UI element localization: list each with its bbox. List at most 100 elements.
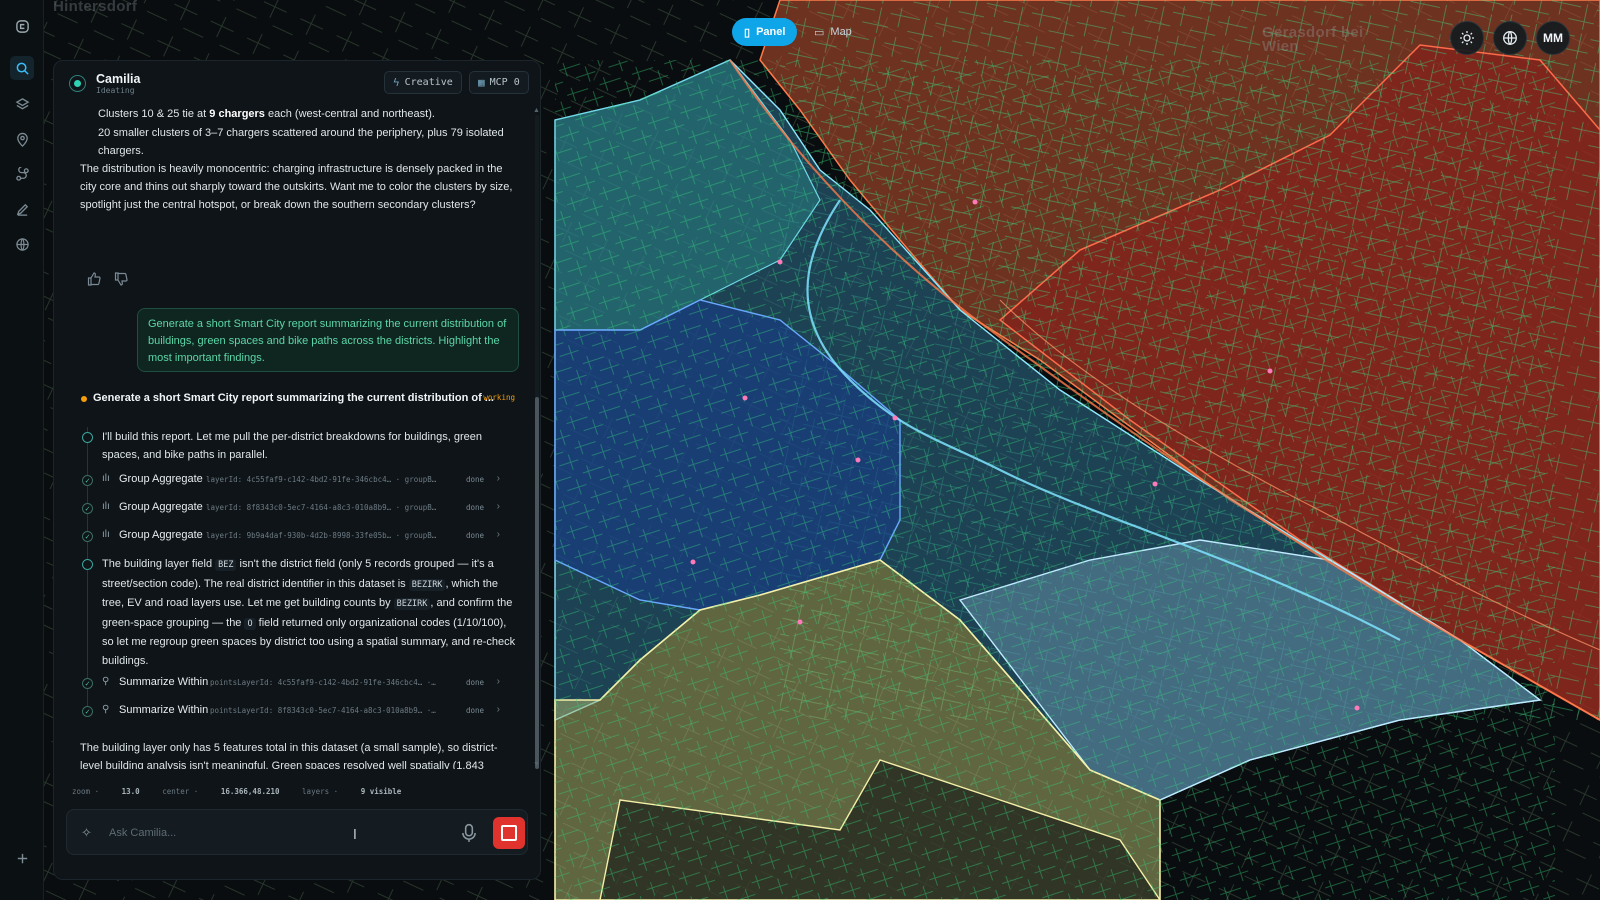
charger-point[interactable] bbox=[892, 415, 898, 421]
map-icon: ▭ bbox=[814, 26, 825, 39]
map-place-label: Hintersdorf bbox=[53, 0, 138, 15]
ask-input[interactable] bbox=[109, 823, 439, 843]
check-icon: ✓ bbox=[82, 475, 93, 486]
microphone-icon[interactable] bbox=[460, 823, 478, 843]
center-value: 16.366,48.210 bbox=[220, 787, 280, 796]
chevron-right-icon[interactable]: › bbox=[497, 676, 500, 687]
scroll-thumb[interactable] bbox=[535, 397, 539, 769]
center-label: center · bbox=[162, 787, 199, 796]
assistant-bullet: 20 smaller clusters of 3–7 chargers scat… bbox=[98, 127, 504, 157]
charger-point[interactable] bbox=[972, 199, 978, 205]
chevron-right-icon[interactable]: › bbox=[497, 501, 500, 512]
bar-chart-icon: ılı bbox=[102, 529, 110, 540]
charger-point[interactable] bbox=[777, 259, 783, 265]
mcp-chip-label: MCP 0 bbox=[489, 77, 520, 88]
chevron-right-icon[interactable]: › bbox=[497, 473, 500, 484]
chat-input-box: ✧ I bbox=[66, 809, 528, 855]
thumbs-down-icon[interactable] bbox=[113, 271, 129, 287]
chat-scroll[interactable]: Clusters 10 & 25 tie at 9 chargers each … bbox=[54, 105, 532, 769]
map-place-label: Gerasdorf bei Wien bbox=[1262, 24, 1364, 55]
charger-point[interactable] bbox=[742, 395, 748, 401]
mode-chip[interactable]: ϟ Creative bbox=[384, 71, 462, 94]
theme-toggle-button[interactable] bbox=[1450, 21, 1484, 55]
map-tab[interactable]: ▭ Map bbox=[802, 18, 864, 46]
working-dot bbox=[81, 396, 87, 402]
search-icon[interactable] bbox=[10, 56, 34, 80]
tool-name: Group Aggregate bbox=[119, 473, 203, 485]
scroll-down-icon[interactable]: ▼ bbox=[533, 761, 540, 768]
language-button[interactable] bbox=[1493, 21, 1527, 55]
tool-call-row[interactable]: ⚲ Summarize Within pointsLayerId: 8f8343… bbox=[102, 703, 512, 719]
map-status-bar: zoom · 13.0 center · 16.366,48.210 layer… bbox=[72, 787, 419, 796]
charger-point[interactable] bbox=[690, 559, 696, 565]
check-icon: ✓ bbox=[82, 678, 93, 689]
layers-label: layers · bbox=[302, 787, 339, 796]
charger-point[interactable] bbox=[1152, 481, 1158, 487]
panel-tab[interactable]: ▯ Panel bbox=[732, 18, 798, 46]
assistant-panel: Camilia Ideating ϟ Creative ▦ MCP 0 Clus… bbox=[53, 60, 541, 880]
map-tab-label: Map bbox=[830, 26, 852, 38]
chevron-right-icon[interactable]: › bbox=[497, 529, 500, 540]
tool-name: Summarize Within bbox=[119, 704, 209, 716]
tool-name: Summarize Within bbox=[119, 676, 209, 688]
pin-icon[interactable] bbox=[10, 127, 34, 151]
check-icon: ✓ bbox=[82, 503, 93, 514]
lightning-icon: ϟ bbox=[393, 76, 400, 89]
tool-status: done bbox=[465, 531, 484, 540]
tool-name: Group Aggregate bbox=[119, 529, 203, 541]
bar-chart-icon: ılı bbox=[102, 473, 110, 484]
task-header[interactable]: Generate a short Smart City report summa… bbox=[81, 391, 521, 409]
zoom-label: zoom · bbox=[72, 787, 100, 796]
grid-icon: ▦ bbox=[478, 76, 485, 89]
tool-args: layerId: 8f8343c0-5ec7-4164-a8c3-010a8b9… bbox=[206, 503, 437, 512]
check-icon: ✓ bbox=[82, 706, 93, 717]
map-streets-center bbox=[555, 60, 1555, 900]
view-toggle: ▯ Panel ▭ Map bbox=[732, 18, 868, 46]
scroll-up-icon[interactable]: ▲ bbox=[533, 107, 540, 114]
chevron-right-icon[interactable]: › bbox=[497, 704, 500, 715]
tool-call-row[interactable]: ılı Group Aggregate layerId: 8f8343c0-5e… bbox=[102, 500, 512, 516]
left-rail bbox=[0, 0, 44, 900]
logo-icon[interactable] bbox=[10, 14, 34, 38]
charger-point[interactable] bbox=[855, 457, 861, 463]
plus-icon[interactable] bbox=[10, 846, 34, 870]
tool-args: layerId: 9b9a4daf-930b-4d2b-8998-33fe05b… bbox=[206, 531, 437, 540]
stop-button[interactable] bbox=[493, 817, 525, 849]
chat-scrollbar[interactable]: ▲ ▼ bbox=[532, 107, 540, 771]
tool-call-row[interactable]: ⚲ Summarize Within pointsLayerId: 4c55fa… bbox=[102, 675, 512, 691]
layers-icon[interactable] bbox=[10, 92, 34, 116]
user-message: Generate a short Smart City report summa… bbox=[137, 308, 519, 372]
check-icon: ✓ bbox=[82, 531, 93, 542]
tool-args: layerId: 4c55faf9-c142-4bd2-91fe-346cbc4… bbox=[206, 475, 437, 484]
charger-point[interactable] bbox=[1267, 368, 1273, 374]
pen-icon[interactable] bbox=[10, 197, 34, 221]
tool-status: done bbox=[465, 503, 484, 512]
zoom-value: 13.0 bbox=[121, 787, 140, 796]
step-text: The building layer field BEZ isn't the d… bbox=[102, 558, 516, 667]
user-avatar[interactable]: MM bbox=[1536, 21, 1570, 55]
assistant-summary: The distribution is heavily monocentric:… bbox=[80, 163, 513, 211]
tool-args: pointsLayerId: 4c55faf9-c142-4bd2-91fe-3… bbox=[210, 678, 436, 687]
tool-args: pointsLayerId: 8f8343c0-5ec7-4164-a8c3-0… bbox=[210, 706, 436, 715]
globe-icon[interactable] bbox=[10, 232, 34, 256]
route-icon[interactable] bbox=[10, 162, 34, 186]
sparkle-icon[interactable]: ✧ bbox=[81, 825, 92, 841]
text-cursor-icon: I bbox=[353, 828, 357, 843]
tool-call-row[interactable]: ılı Group Aggregate layerId: 4c55faf9-c1… bbox=[102, 472, 512, 488]
panel-icon: ▯ bbox=[744, 26, 751, 39]
mcp-chip[interactable]: ▦ MCP 0 bbox=[469, 71, 529, 94]
charger-point[interactable] bbox=[797, 619, 803, 625]
charger-point[interactable] bbox=[1354, 705, 1360, 711]
step-node bbox=[82, 559, 93, 570]
step-text: I'll build this report. Let me pull the … bbox=[102, 431, 482, 461]
bar-chart-icon: ılı bbox=[102, 501, 110, 512]
assistant-final-text: The building layer only has 5 features t… bbox=[80, 742, 498, 769]
tool-call-row[interactable]: ılı Group Aggregate layerId: 9b9a4daf-93… bbox=[102, 528, 512, 544]
tool-status: done bbox=[465, 475, 484, 484]
tool-name: Group Aggregate bbox=[119, 501, 203, 513]
thumbs-up-icon[interactable] bbox=[86, 271, 102, 287]
layers-value: 9 visible bbox=[360, 787, 402, 796]
globe-icon bbox=[1503, 31, 1517, 45]
task-title: Generate a short Smart City report summa… bbox=[93, 392, 494, 404]
tool-status: done bbox=[465, 678, 484, 687]
